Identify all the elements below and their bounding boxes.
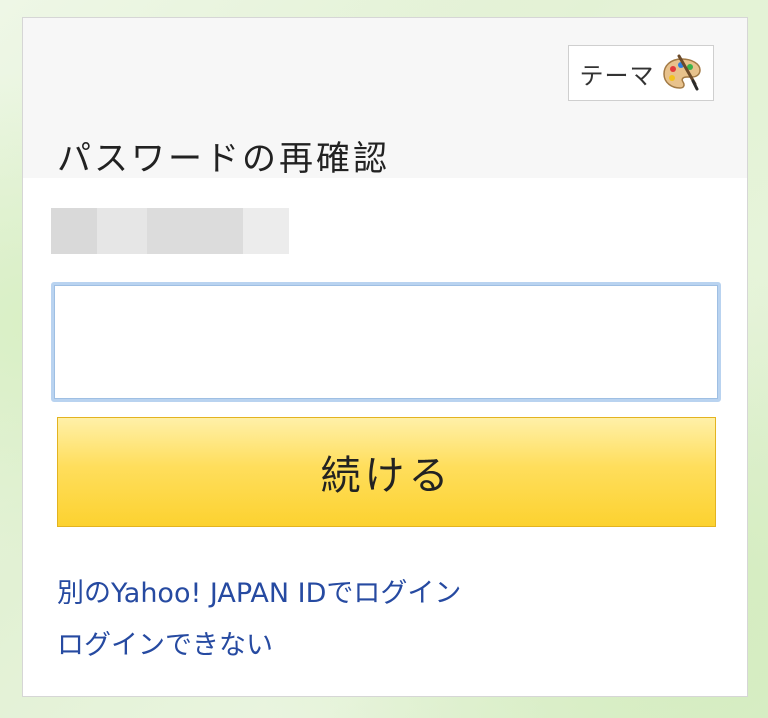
login-panel: テーマ パスワードの再確認 続ける 別のYahoo! JAPAN IDでログイン… bbox=[22, 17, 748, 697]
cannot-login-link[interactable]: ログインできない bbox=[57, 623, 273, 662]
palette-icon bbox=[662, 54, 701, 91]
password-input[interactable] bbox=[51, 282, 721, 402]
continue-button[interactable]: 続ける bbox=[57, 417, 716, 527]
theme-button[interactable]: テーマ bbox=[568, 45, 714, 101]
page-title: パスワードの再確認 bbox=[57, 139, 390, 179]
login-with-other-id-link[interactable]: 別のYahoo! JAPAN IDでログイン bbox=[57, 571, 461, 610]
masked-user-id bbox=[51, 208, 289, 254]
theme-button-label: テーマ bbox=[579, 61, 655, 90]
